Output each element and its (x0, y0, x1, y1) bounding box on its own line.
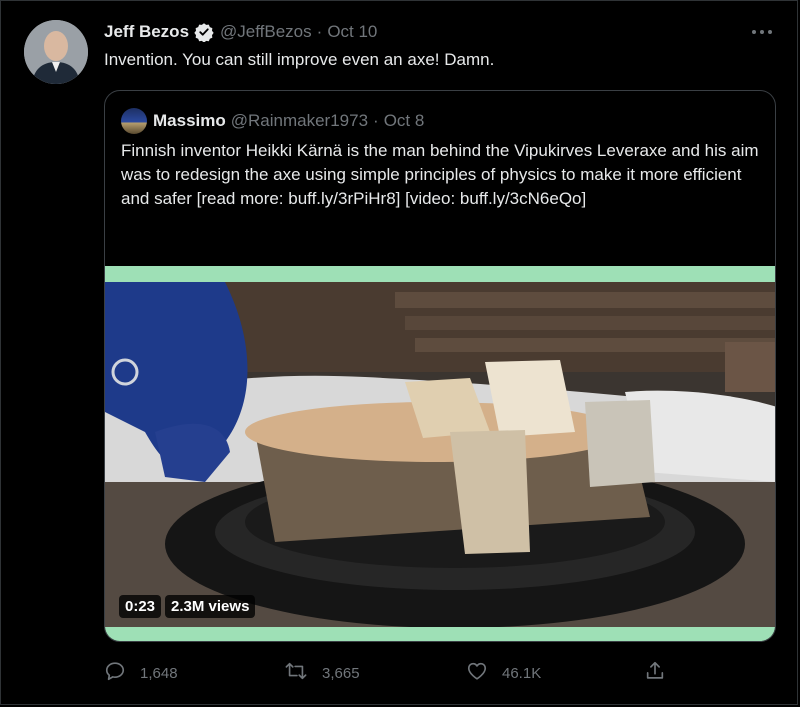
quoted-header: Massimo @Rainmaker1973 · Oct 8 (121, 108, 425, 134)
like-count: 46.1K (502, 664, 542, 682)
verified-badge-icon (194, 22, 214, 42)
tweet-date[interactable]: Oct 10 (327, 22, 377, 42)
author-avatar[interactable] (24, 20, 88, 84)
author-handle[interactable]: @JeffBezos (220, 22, 312, 42)
video-frame (105, 282, 775, 628)
quoted-avatar[interactable] (121, 108, 147, 134)
share-button[interactable] (644, 660, 666, 686)
avatar-photo (24, 20, 88, 84)
retweet-count: 3,665 (322, 664, 360, 682)
quoted-date[interactable]: Oct 8 (384, 111, 425, 131)
reply-count: 1,648 (140, 664, 178, 682)
video-duration: 0:23 (119, 595, 162, 618)
tweet-header: Jeff Bezos @JeffBezos · Oct 10 (104, 20, 377, 44)
more-horizontal-icon[interactable] (748, 20, 776, 44)
share-icon (644, 660, 666, 686)
action-bar: 1,648 3,665 46.1K (104, 660, 664, 690)
reply-icon (104, 660, 126, 686)
quoted-author-handle[interactable]: @Rainmaker1973 (231, 111, 368, 131)
like-button[interactable]: 46.1K (466, 660, 541, 686)
retweet-icon (284, 660, 308, 686)
heart-icon (466, 660, 488, 686)
video-badges: 0:23 2.3M views (119, 595, 256, 618)
video-top-border (105, 266, 775, 282)
video-player[interactable]: 0:23 2.3M views (105, 282, 775, 628)
reply-button[interactable]: 1,648 (104, 660, 178, 686)
quoted-author-name[interactable]: Massimo (153, 111, 226, 131)
video-views: 2.3M views (165, 595, 256, 618)
quoted-text: Finnish inventor Heikki Kärnä is the man… (121, 141, 759, 208)
video-bottom-border (105, 627, 775, 641)
quoted-header-separator: · (373, 111, 379, 130)
tweet-text: Invention. You can still improve even an… (104, 50, 495, 69)
quoted-tweet[interactable]: Massimo @Rainmaker1973 · Oct 8 Finnish i… (104, 90, 776, 642)
retweet-button[interactable]: 3,665 (284, 660, 360, 686)
author-name[interactable]: Jeff Bezos (104, 22, 189, 42)
header-separator: · (316, 22, 323, 41)
